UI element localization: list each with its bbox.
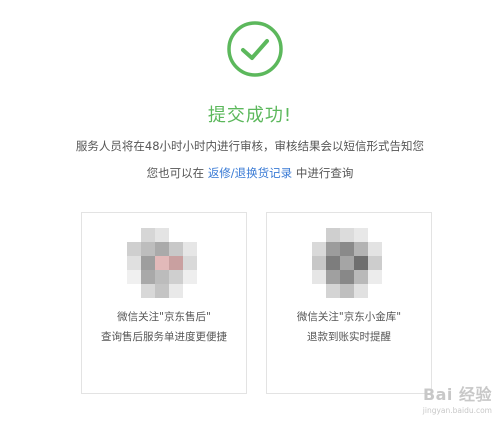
query-message: 您也可以在 返修/退换货记录 中进行查询 — [0, 165, 500, 181]
card-title: 微信关注"京东小金库" — [296, 311, 402, 323]
watermark-logo-text: Bai 经验 — [422, 385, 492, 404]
check-circle-icon — [227, 21, 283, 77]
baidu-jingyan-watermark: Bai 经验 jingyan.baidu.com — [423, 381, 492, 415]
query-message-suffix: 中进行查询 — [292, 166, 354, 180]
qr-code-icon — [127, 228, 197, 298]
success-title: 提交成功! — [207, 105, 293, 126]
watermark-url: jingyan.baidu.com — [422, 406, 492, 415]
review-message: 服务人员将在48小时小时内进行审核，审核结果会以短信形式告知您 — [75, 139, 425, 153]
wechat-xiaojinku-card: 微信关注"京东小金库" 退款到账实时提醒 — [266, 212, 432, 394]
card-description: 退款到账实时提醒 — [307, 331, 391, 343]
wechat-service-card: 微信关注"京东售后" 查询售后服务单进度更便捷 — [81, 212, 247, 394]
card-description: 查询售后服务单进度更便捷 — [101, 331, 227, 343]
repair-return-records-link[interactable]: 返修/退换货记录 — [208, 166, 292, 180]
query-message-prefix: 您也可以在 — [146, 166, 208, 180]
card-title: 微信关注"京东售后" — [117, 311, 211, 323]
qr-code-icon — [312, 228, 382, 298]
submit-success-page: 提交成功! 服务人员将在48小时小时内进行审核，审核结果会以短信形式告知您 您也… — [0, 0, 500, 421]
